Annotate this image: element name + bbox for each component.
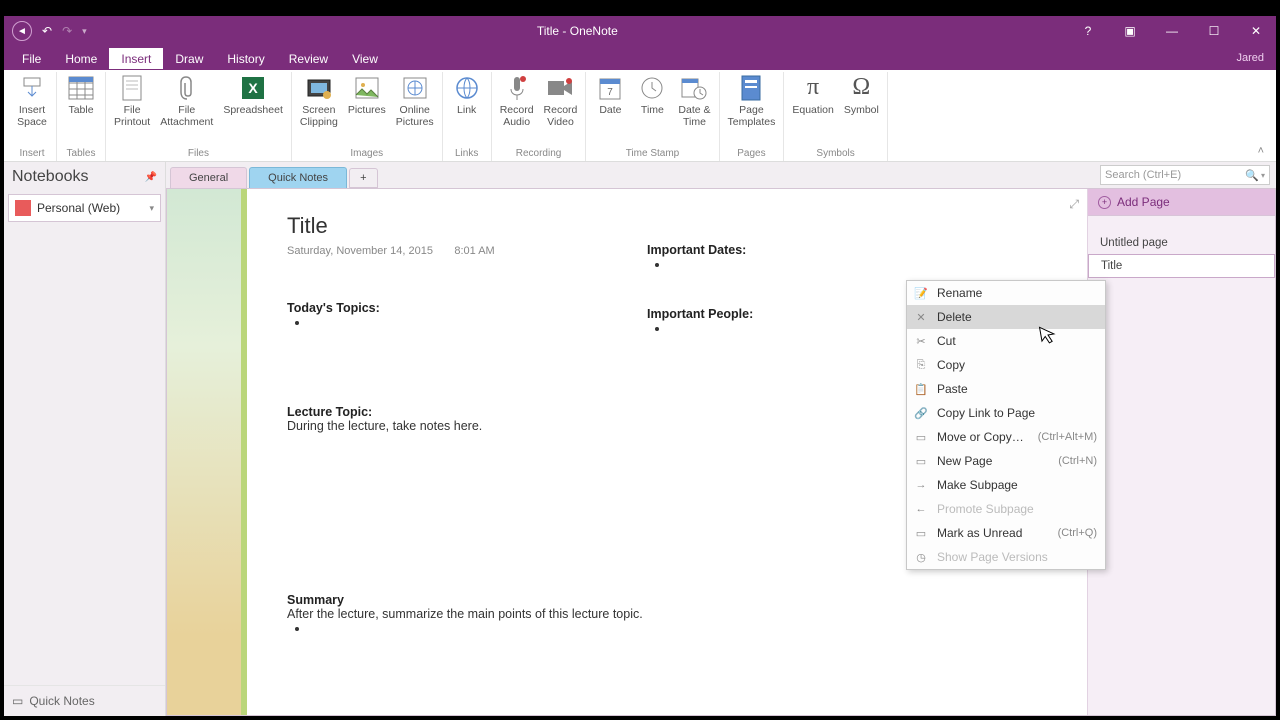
quicknotes-button[interactable]: ▭ Quick Notes [4, 685, 165, 716]
tab-draw[interactable]: Draw [163, 48, 215, 69]
section-tab-quicknotes[interactable]: Quick Notes [249, 167, 347, 188]
table-button[interactable]: Table [61, 72, 101, 118]
record-video-button[interactable]: RecordVideo [540, 72, 582, 130]
search-scope-icon[interactable]: ▾ [1261, 171, 1265, 180]
add-section-button[interactable]: + [349, 168, 377, 188]
maximize-icon[interactable]: ☐ [1194, 18, 1234, 44]
notebook-color-icon [15, 200, 31, 216]
ctx-copy[interactable]: ⎘Copy [907, 353, 1105, 377]
online-pictures-button[interactable]: OnlinePictures [392, 72, 438, 130]
record-audio-button[interactable]: RecordAudio [496, 72, 538, 130]
ctx-page-versions: ◷Show Page Versions [907, 545, 1105, 569]
newpage-icon: ▭ [913, 453, 929, 469]
tab-history[interactable]: History [215, 48, 276, 69]
search-icon: 🔍 [1245, 169, 1259, 182]
pictures-button[interactable]: Pictures [344, 72, 390, 118]
page-time: 8:01 AM [454, 245, 494, 257]
tab-view[interactable]: View [340, 48, 390, 69]
ctx-cut[interactable]: ✂Cut [907, 329, 1105, 353]
close-icon[interactable]: ✕ [1236, 18, 1276, 44]
ctx-paste[interactable]: 📋Paste [907, 377, 1105, 401]
notebooks-header: Notebooks [12, 168, 89, 186]
page-background [167, 189, 247, 715]
time-button[interactable]: Time [632, 72, 672, 118]
plus-icon: + [1098, 196, 1111, 209]
collapse-ribbon-icon[interactable]: ˄ [1250, 141, 1272, 161]
svg-text:7: 7 [608, 87, 614, 98]
link-icon: 🔗 [913, 405, 929, 421]
tab-file[interactable]: File [10, 48, 53, 69]
link-button[interactable]: Link [447, 72, 487, 118]
versions-icon: ◷ [913, 549, 929, 565]
ctx-rename[interactable]: 📝Rename [907, 281, 1105, 305]
cut-icon: ✂ [913, 333, 929, 349]
fullpage-icon[interactable]: ▣ [1110, 18, 1150, 44]
insert-space-button[interactable]: InsertSpace [12, 72, 52, 130]
move-icon: ▭ [913, 429, 929, 445]
list-item[interactable] [669, 321, 753, 335]
important-people-heading: Important People: [647, 307, 753, 321]
page-date: Saturday, November 14, 2015 [287, 245, 433, 257]
expand-icon[interactable]: ⤢ [1069, 197, 1079, 212]
list-item[interactable] [309, 621, 1063, 635]
spreadsheet-button[interactable]: XSpreadsheet [219, 72, 287, 118]
user-label[interactable]: Jared [1236, 52, 1276, 64]
search-input[interactable]: Search (Ctrl+E) 🔍 ▾ [1100, 165, 1270, 185]
chevron-down-icon[interactable]: ▾ [149, 203, 154, 214]
window-title: Title - OneNote [87, 24, 1068, 38]
svg-text:X: X [248, 80, 258, 96]
unread-icon: ▭ [913, 525, 929, 541]
tab-home[interactable]: Home [53, 48, 109, 69]
ctx-new-page[interactable]: ▭New Page(Ctrl+N) [907, 449, 1105, 473]
context-menu: 📝Rename ✕Delete ✂Cut ⎘Copy 📋Paste 🔗Copy … [906, 280, 1106, 570]
ctx-delete[interactable]: ✕Delete [907, 305, 1105, 329]
important-dates-heading: Important Dates: [647, 243, 753, 257]
file-printout-button[interactable]: FilePrintout [110, 72, 154, 130]
help-icon[interactable]: ? [1068, 18, 1108, 44]
ctx-make-subpage[interactable]: →Make Subpage [907, 473, 1105, 497]
page-icon: ▭ [12, 694, 23, 708]
subpage-icon: → [913, 477, 929, 493]
copy-icon: ⎘ [913, 357, 929, 373]
redo-icon[interactable]: ↷ [62, 24, 72, 38]
page-item-untitled[interactable]: Untitled page [1088, 232, 1275, 254]
date-time-button[interactable]: Date &Time [674, 72, 714, 130]
undo-icon[interactable]: ↶ [42, 24, 52, 38]
screen-clipping-button[interactable]: ScreenClipping [296, 72, 342, 130]
symbol-button[interactable]: ΩSymbol [840, 72, 883, 118]
tab-insert[interactable]: Insert [109, 48, 163, 69]
summary-body[interactable]: After the lecture, summarize the main po… [287, 607, 1063, 621]
rename-icon: 📝 [913, 285, 929, 301]
qat-more-icon[interactable]: ▾ [82, 26, 87, 37]
ctx-copy-link[interactable]: 🔗Copy Link to Page [907, 401, 1105, 425]
delete-icon: ✕ [913, 309, 929, 325]
ctx-mark-unread[interactable]: ▭Mark as Unread(Ctrl+Q) [907, 521, 1105, 545]
add-page-button[interactable]: + Add Page [1088, 189, 1275, 216]
paste-icon: 📋 [913, 381, 929, 397]
page-item-title[interactable]: Title [1088, 254, 1275, 278]
ctx-promote-subpage: ←Promote Subpage [907, 497, 1105, 521]
pin-icon[interactable]: 📌 [145, 172, 157, 183]
list-item[interactable] [669, 257, 753, 271]
ribbon: InsertSpace Insert Table Tables FilePrin… [4, 70, 1276, 162]
promote-icon: ← [913, 501, 929, 517]
section-tab-general[interactable]: General [170, 167, 247, 188]
notebook-item[interactable]: Personal (Web) ▾ [8, 194, 161, 222]
file-attachment-button[interactable]: FileAttachment [156, 72, 217, 130]
date-button[interactable]: 7Date [590, 72, 630, 118]
tab-review[interactable]: Review [277, 48, 340, 69]
back-icon[interactable]: ◄ [12, 21, 32, 41]
summary-heading: Summary [287, 593, 1063, 607]
minimize-icon[interactable]: — [1152, 18, 1192, 44]
page-templates-button[interactable]: PageTemplates [724, 72, 780, 130]
equation-button[interactable]: πEquation [788, 72, 837, 118]
ctx-move-copy[interactable]: ▭Move or Copy…(Ctrl+Alt+M) [907, 425, 1105, 449]
